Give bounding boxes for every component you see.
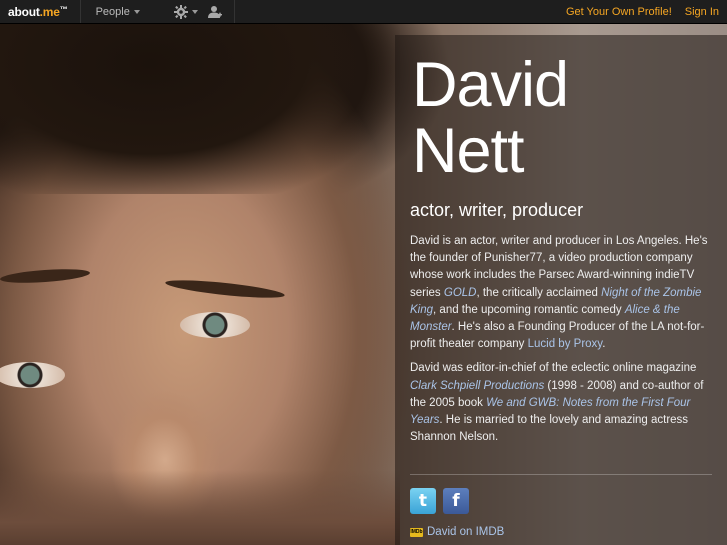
logo-trademark: ™ (59, 4, 68, 14)
divider (79, 0, 81, 23)
imdb-icon: IMDb (410, 527, 423, 537)
chevron-down-icon (133, 9, 140, 14)
facebook-icon: f (452, 491, 460, 511)
bio-emphasis: Clark Schpiell Productions (410, 379, 545, 392)
user-add-icon (207, 5, 222, 18)
get-your-own-profile-link[interactable]: Get Your Own Profile! (566, 6, 672, 18)
bio-emphasis: GOLD (443, 286, 477, 299)
first-name: David (412, 50, 569, 120)
background-photo-beard (0, 470, 400, 545)
logo-text: about (8, 4, 40, 19)
bio-paragraph-1: David is an actor, writer and producer i… (410, 233, 710, 353)
bio-paragraph-2: David was editor-in-chief of the eclecti… (410, 360, 710, 446)
profile-bio: David is an actor, writer and producer i… (410, 233, 710, 453)
people-menu-label: People (95, 5, 130, 18)
about-me-logo[interactable]: about.me™ (8, 5, 68, 19)
twitter-button[interactable]: t (410, 488, 436, 514)
chevron-down-icon (191, 9, 198, 14)
imdb-link-label: David on IMDB (427, 526, 505, 538)
bio-text: . He is married to the lovely and amazin… (410, 414, 689, 444)
last-name: Nett (412, 116, 525, 186)
bio-text: . (602, 338, 606, 351)
add-user-button[interactable] (207, 5, 222, 19)
background-photo-hair (0, 24, 400, 194)
twitter-icon: t (418, 491, 428, 511)
divider (410, 474, 712, 475)
top-navigation-bar: about.me™ People Get Your Own Profile! S… (0, 0, 727, 24)
imdb-link[interactable]: IMDb David on IMDB (410, 526, 504, 538)
profile-name: David Nett (412, 50, 569, 186)
bio-text: , the critically acclaimed (476, 286, 602, 299)
gear-icon (173, 4, 188, 19)
settings-menu-button[interactable] (173, 4, 198, 19)
profile-headline: actor, writer, producer (410, 200, 584, 220)
divider (233, 0, 235, 23)
sign-in-link[interactable]: Sign In (685, 6, 719, 18)
people-menu-button[interactable]: People (96, 6, 140, 18)
bio-text: David was editor-in-chief of the eclecti… (410, 362, 697, 375)
bio-link[interactable]: Lucid by Proxy (528, 338, 603, 350)
background-photo-eye-right (180, 312, 250, 338)
facebook-button[interactable]: f (443, 488, 469, 514)
social-links: t f (410, 488, 469, 514)
bio-text: , and the upcoming romantic comedy (433, 303, 625, 316)
logo-accent-text: .me (39, 4, 60, 19)
